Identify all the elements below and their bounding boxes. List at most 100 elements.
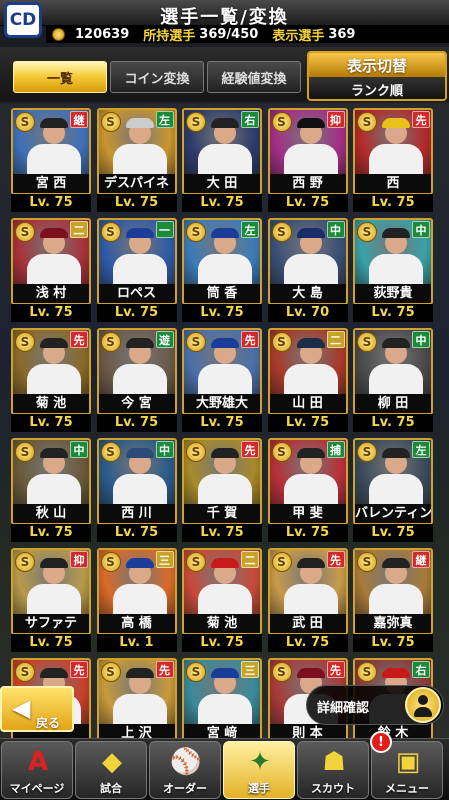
player-name: デスパイネ xyxy=(98,174,175,193)
player-card[interactable]: S 中西 川 xyxy=(96,438,177,525)
nav-order-button[interactable]: ⚾ オーダー xyxy=(149,741,221,799)
player-card[interactable]: S 抑西 野 xyxy=(267,108,348,195)
field-icon: ◆ xyxy=(102,747,122,777)
player-card-cell: S 先武 田 Lv. 75 xyxy=(267,548,348,652)
rank-s-icon: S xyxy=(357,222,377,242)
player-card-cell: S 三高 橋 Lv. 1 xyxy=(96,548,177,652)
player-name: 西 川 xyxy=(98,504,175,523)
player-card[interactable]: S 左バレンティン xyxy=(353,438,433,525)
player-level: Lv. 75 xyxy=(182,634,262,652)
position-badge: 抑 xyxy=(326,111,345,128)
player-card-cell: S 継嘉弥真 Lv. 75 xyxy=(353,548,433,652)
nav-mypage-button[interactable]: A マイページ xyxy=(1,741,73,799)
player-card[interactable]: S 二菊 池 xyxy=(182,548,262,635)
player-level: Lv. 75 xyxy=(182,194,262,212)
rank-s-icon: S xyxy=(271,222,292,242)
player-card-cell: S 二菊 池 Lv. 75 xyxy=(182,548,262,652)
rank-s-icon: S xyxy=(357,662,377,682)
shown-label: 表示選手 xyxy=(272,29,325,44)
rank-s-icon: S xyxy=(100,332,121,352)
player-name: 柳 田 xyxy=(355,394,431,413)
player-name: 西 野 xyxy=(269,174,346,193)
tab-list[interactable]: 一覧 xyxy=(13,61,107,93)
position-badge: 捕 xyxy=(326,441,345,458)
player-card-cell: S 一ロペス Lv. 75 xyxy=(96,218,177,322)
a-logo-icon: A xyxy=(27,747,49,777)
rank-s-icon: S xyxy=(100,662,121,682)
player-card[interactable]: S 中大 島 xyxy=(267,218,348,305)
player-card[interactable]: S三宮 﨑 xyxy=(182,658,262,745)
player-card[interactable]: S 一ロペス xyxy=(96,218,177,305)
player-card-cell: S 遊今 宮 Lv. 75 xyxy=(96,328,177,432)
rank-s-icon: S xyxy=(357,332,377,352)
position-badge: 遊 xyxy=(155,331,174,348)
player-card[interactable]: S 中秋 山 xyxy=(11,438,91,525)
player-level: Lv. 75 xyxy=(11,194,91,212)
player-name: バレンティン xyxy=(355,504,431,523)
position-badge: 右 xyxy=(412,661,430,678)
player-card-cell: S 左デスパイネ Lv. 75 xyxy=(96,108,177,212)
player-level: Lv. 75 xyxy=(353,524,433,542)
tab-coin-convert[interactable]: コイン変換 xyxy=(110,61,204,93)
position-badge: 中 xyxy=(412,221,430,238)
player-card[interactable]: S 遊今 宮 xyxy=(96,328,177,415)
player-card[interactable]: S 先千 賀 xyxy=(182,438,262,525)
player-level: Lv. 75 xyxy=(353,414,433,432)
player-level: Lv. 75 xyxy=(11,304,91,322)
player-name: 菊 池 xyxy=(13,394,89,413)
rank-s-icon: S xyxy=(15,112,35,132)
player-card[interactable]: S 継嘉弥真 xyxy=(353,548,433,635)
player-card[interactable]: S 三高 橋 xyxy=(96,548,177,635)
position-badge: 三 xyxy=(155,551,174,568)
rank-s-icon: S xyxy=(15,662,35,682)
player-card[interactable]: S 左筒 香 xyxy=(182,218,262,305)
player-card[interactable]: S 右大 田 xyxy=(182,108,262,195)
scout-notification-badge: ! xyxy=(370,731,392,753)
player-card[interactable]: S 先菊 池 xyxy=(11,328,91,415)
nav-label: マイページ xyxy=(9,782,65,795)
player-card-cell: S 中荻野貴 Lv. 75 xyxy=(353,218,433,322)
player-level: Lv. 75 xyxy=(182,524,262,542)
stats-bar: 120639 所持選手 369/450 表示選手 369 xyxy=(46,26,449,44)
detail-check-button[interactable]: 詳細確認 xyxy=(306,685,444,725)
detail-check-label: 詳細確認 xyxy=(317,701,370,716)
player-card[interactable]: S 左デスパイネ xyxy=(96,108,177,195)
position-badge: 左 xyxy=(412,441,430,458)
player-level: Lv. 75 xyxy=(353,194,433,212)
sort-toggle[interactable]: 表示切替 ランク順 xyxy=(307,51,447,101)
tab-exp-convert[interactable]: 経験値変換 xyxy=(207,61,301,93)
player-card[interactable]: S先上 沢 xyxy=(96,658,177,745)
player-card[interactable]: S 抑サファテ xyxy=(11,548,91,635)
nav-match-button[interactable]: ◆ 試合 xyxy=(75,741,147,799)
player-card[interactable]: S 二浅 村 xyxy=(11,218,91,305)
player-card-cell: S 先菊 池 Lv. 75 xyxy=(11,328,91,432)
player-card-cell: S 左バレンティン Lv. 75 xyxy=(353,438,433,542)
position-badge: 二 xyxy=(70,221,88,238)
player-card[interactable]: S 先武 田 xyxy=(267,548,348,635)
player-card[interactable]: S 継宮 西 xyxy=(11,108,91,195)
rank-s-icon: S xyxy=(100,222,121,242)
player-card[interactable]: S 捕甲 斐 xyxy=(267,438,348,525)
player-card[interactable]: S 先大野雄大 xyxy=(182,328,262,415)
position-badge: 左 xyxy=(241,221,259,238)
rank-s-icon: S xyxy=(271,112,292,132)
nav-scout-button[interactable]: ☗ スカウト xyxy=(297,741,369,799)
player-level: Lv. 75 xyxy=(353,634,433,652)
back-button[interactable]: ◀ 戻る xyxy=(0,686,74,732)
player-card[interactable]: S 二山 田 xyxy=(267,328,348,415)
position-badge: 中 xyxy=(326,221,345,238)
nav-players-button[interactable]: ✦ 選手 xyxy=(223,741,295,799)
player-card-cell: S 中秋 山 Lv. 75 xyxy=(11,438,91,542)
player-card[interactable]: S 中荻野貴 xyxy=(353,218,433,305)
player-card[interactable]: S 先西 xyxy=(353,108,433,195)
player-card-cell: S 二山 田 Lv. 75 xyxy=(267,328,348,432)
rank-s-icon: S xyxy=(186,222,206,242)
player-card[interactable]: S 中柳 田 xyxy=(353,328,433,415)
position-badge: 中 xyxy=(412,331,430,348)
position-badge: 中 xyxy=(70,441,88,458)
rank-s-icon: S xyxy=(100,552,121,572)
rank-s-icon: S xyxy=(186,442,206,462)
nav-label: メニュー xyxy=(385,782,429,795)
player-name: 大野雄大 xyxy=(184,394,260,413)
back-button-label: 戻る xyxy=(36,716,61,730)
